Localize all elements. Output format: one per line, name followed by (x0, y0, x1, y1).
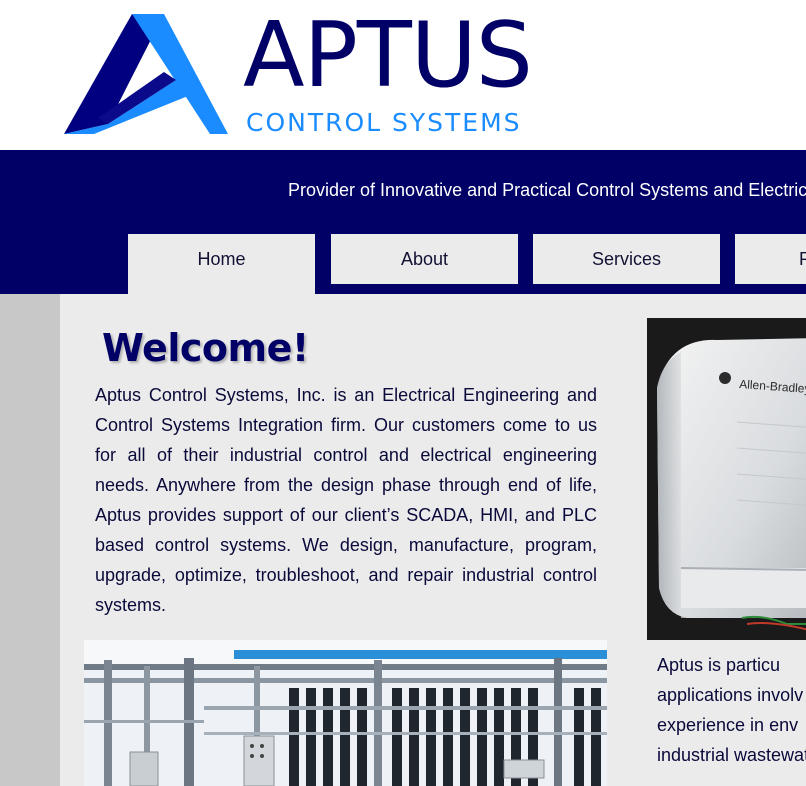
filtration-plant-photo (84, 640, 607, 786)
plc-device-illustration: Allen-Bradley (647, 318, 806, 640)
site-header: APTUS CONTROL SYSTEMS (0, 0, 806, 150)
tab-services[interactable]: Services (533, 234, 720, 284)
intro-paragraph: Aptus Control Systems, Inc. is an Electr… (95, 385, 597, 615)
filtration-plant-illustration (84, 640, 607, 786)
tab-label: About (400, 249, 449, 269)
navigation-band: Provider of Innovative and Practical Con… (0, 150, 806, 294)
brand-subtitle: CONTROL SYSTEMS (246, 108, 522, 137)
welcome-heading: Welcome! (102, 326, 309, 370)
right-column-text: Aptus is particu applications involv exp… (657, 650, 806, 770)
tab-label: Home (197, 249, 246, 269)
main-content: Welcome! Aptus Control Systems, Inc. is … (0, 294, 806, 786)
tab-home[interactable]: Home (128, 234, 315, 294)
tab-about[interactable]: About (331, 234, 518, 284)
right-text-line: industrial wastewate (657, 745, 806, 765)
aptus-a-logo-icon[interactable] (64, 14, 228, 136)
tab-label: Services (591, 249, 662, 269)
right-text-line: Aptus is particu (657, 655, 781, 675)
brand-name: APTUS (243, 3, 533, 108)
plc-device-photo: Allen-Bradley (647, 318, 806, 640)
left-gutter (0, 294, 60, 786)
tab-label: P (799, 249, 806, 269)
tagline: Provider of Innovative and Practical Con… (288, 180, 806, 200)
tab-projects[interactable]: P (735, 234, 806, 284)
right-text-line: experience in env (657, 715, 799, 735)
right-text-line: applications involv (657, 685, 804, 705)
